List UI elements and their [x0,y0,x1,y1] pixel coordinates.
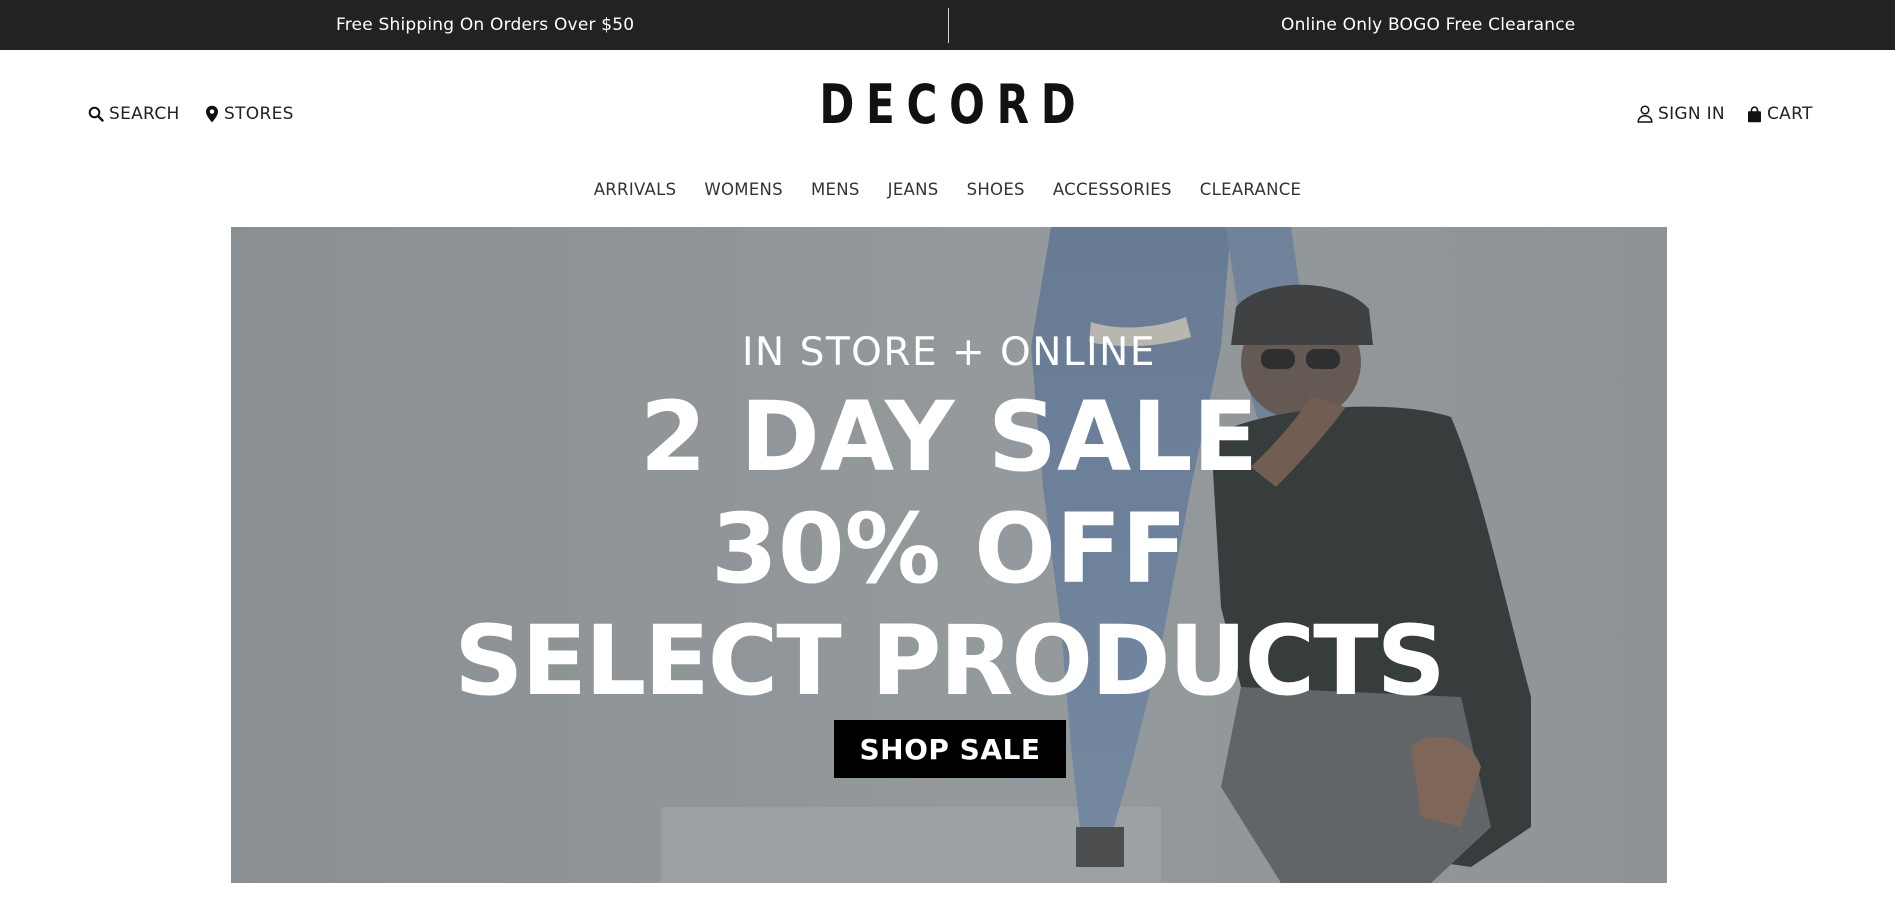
sign-in-label: SIGN IN [1658,104,1725,124]
promo-bogo-clearance[interactable]: Online Only BOGO Free Clearance [1281,0,1575,50]
promo-divider [948,8,949,43]
hero-kicker: IN STORE + ONLINE [742,330,1156,375]
promo-bar: Free Shipping On Orders Over $50 Online … [0,0,1895,50]
user-icon [1637,105,1653,123]
hero-headline-sale: 2 DAY SALE [639,381,1259,493]
shop-sale-button[interactable]: SHOP SALE [834,720,1066,778]
shopping-bag-icon [1748,105,1761,122]
main-nav: ARRIVALS WOMENS MENS JEANS SHOES ACCESSO… [0,180,1895,199]
cart-label: CART [1767,104,1813,124]
nav-item-clearance[interactable]: CLEARANCE [1200,180,1302,199]
nav-item-womens[interactable]: WOMENS [704,180,783,199]
nav-item-mens[interactable]: MENS [811,180,860,199]
search-label: SEARCH [109,104,180,124]
promo-free-shipping[interactable]: Free Shipping On Orders Over $50 [336,0,634,50]
nav-item-accessories[interactable]: ACCESSORIES [1053,180,1172,199]
hero-headline-discount: 30% OFF [711,493,1187,605]
search-icon [88,106,104,122]
hero-banner[interactable]: IN STORE + ONLINE 2 DAY SALE 30% OFF SEL… [231,227,1667,883]
sign-in-link[interactable]: SIGN IN [1637,102,1725,126]
search-link[interactable]: SEARCH [88,102,180,126]
hero-headline-products: SELECT PRODUCTS [454,605,1445,717]
nav-item-jeans[interactable]: JEANS [888,180,939,199]
nav-item-arrivals[interactable]: ARRIVALS [594,180,677,199]
cart-link[interactable]: CART [1747,102,1813,126]
brand-logo[interactable]: DECORD [208,73,1686,136]
nav-item-shoes[interactable]: SHOES [967,180,1025,199]
